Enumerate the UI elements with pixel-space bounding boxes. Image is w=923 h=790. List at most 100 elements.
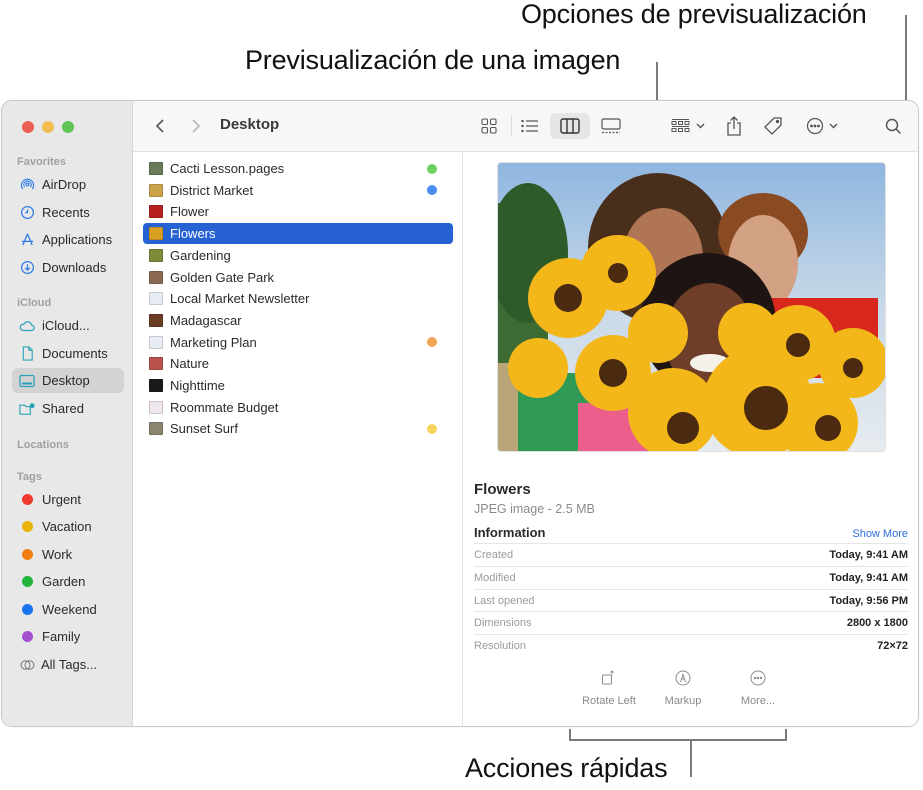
file-row[interactable]: Gardening [143,245,453,266]
info-row-created: Created Today, 9:41 AM [474,543,908,566]
info-value: 2800 x 1800 [846,617,908,629]
sidebar-item-applications[interactable]: Applications [12,227,124,252]
tag-icon [764,117,782,135]
file-name: Flower [170,204,210,220]
file-row[interactable]: Sunset Surf [143,418,453,439]
file-row[interactable]: Golden Gate Park [143,267,453,288]
file-tag-dot [427,337,437,348]
rotate-left-button[interactable]: Rotate Left [574,670,644,707]
gallery-view-button[interactable] [594,113,628,139]
file-thumbnail-icon [149,335,163,349]
rotate-left-icon [602,670,614,685]
file-row[interactable]: Flower [143,201,453,222]
sidebar-item-label: Family [42,629,81,644]
info-value: Today, 9:41 AM [829,549,908,561]
markup-icon [675,670,691,686]
sidebar: Favorites AirDrop Recents Applications D… [2,101,133,726]
sidebar-tag-weekend[interactable]: Weekend [12,597,124,622]
cloud-icon [19,318,35,334]
sidebar-item-shared[interactable]: Shared [12,396,124,421]
file-row[interactable]: Cacti Lesson.pages [143,158,453,179]
sidebar-item-label: Garden [42,574,86,589]
list-view-button[interactable] [515,113,545,139]
file-row[interactable]: Nighttime [143,375,453,396]
back-button[interactable] [150,113,170,139]
markup-button[interactable]: Markup [648,670,718,707]
sidebar-tag-garden[interactable]: Garden [12,569,124,594]
preview-file-name: Flowers [474,481,531,498]
sidebar-item-label: Vacation [42,519,92,534]
tag-color-dot [22,521,33,532]
tag-button[interactable] [761,113,785,139]
chevron-down-icon [829,123,838,129]
sidebar-item-label: Applications [42,232,113,247]
group-button[interactable] [669,113,707,139]
callout-bracket-right [785,729,787,741]
file-name: Sunset Surf [170,421,238,437]
search-button[interactable] [881,113,905,139]
info-key: Modified [474,572,516,584]
more-icon [750,670,766,686]
close-button[interactable] [22,121,34,133]
info-value: Today, 9:56 PM [829,595,908,607]
more-actions-button[interactable] [803,113,841,139]
sidebar-tag-family[interactable]: Family [12,624,124,649]
toolbar-divider [511,116,512,136]
sidebar-item-label: Shared [42,401,84,416]
list-view-icon [521,119,538,133]
tag-color-dot [22,604,33,615]
desktop-icon [19,373,35,389]
file-name: Golden Gate Park [170,269,275,285]
icon-view-button[interactable] [474,113,504,139]
sidebar-all-tags[interactable]: All Tags... [12,652,124,677]
sidebar-tag-vacation[interactable]: Vacation [12,514,124,539]
info-key: Last opened [474,595,535,607]
sidebar-item-label: Downloads [42,260,107,275]
section-icloud: iCloud [17,297,52,309]
show-more-link[interactable]: Show More [852,528,908,540]
sidebar-tag-work[interactable]: Work [12,542,124,567]
column-view-button[interactable] [550,113,590,139]
gallery-view-icon [601,118,621,134]
sidebar-item-airdrop[interactable]: AirDrop [12,172,124,197]
file-row[interactable]: Madagascar [143,310,453,331]
preview-file-kind: JPEG image - 2.5 MB [474,502,595,516]
search-icon [885,118,901,134]
file-thumbnail-icon [149,183,163,197]
sidebar-item-downloads[interactable]: Downloads [12,255,124,280]
clock-icon [19,205,35,221]
info-key: Resolution [474,640,526,652]
chevron-down-icon [696,123,705,129]
share-button[interactable] [723,113,745,139]
tag-color-dot [22,631,33,642]
file-row[interactable]: Marketing Plan [143,332,453,353]
section-locations[interactable]: Locations [17,439,69,451]
sidebar-item-icloud-drive[interactable]: iCloud... [12,313,124,338]
more-quick-actions-button[interactable]: More... [723,670,793,707]
file-thumbnail-icon [149,357,163,371]
sidebar-item-documents[interactable]: Documents [12,341,124,366]
file-name: Nature [170,356,210,372]
file-name: Local Market Newsletter [170,291,310,307]
document-icon [19,346,35,362]
file-row[interactable]: District Market [143,180,453,201]
image-preview[interactable] [497,162,886,452]
file-thumbnail-icon [149,379,163,392]
zoom-button[interactable] [62,121,74,133]
preview-pane: Flowers JPEG image - 2.5 MB Information … [464,152,918,726]
file-row[interactable]: Nature [143,353,453,374]
file-row[interactable]: Roommate Budget [143,397,453,418]
forward-button[interactable] [186,113,206,139]
sidebar-item-desktop[interactable]: Desktop [12,368,124,393]
sidebar-tag-urgent[interactable]: Urgent [12,487,124,512]
sidebar-item-label: Recents [42,205,90,220]
airdrop-icon [19,177,35,193]
info-row-resolution: Resolution 72×72 [474,634,908,657]
folder-title: Desktop [220,116,280,133]
file-row[interactable]: Flowers [143,223,453,245]
info-key: Created [474,549,514,561]
file-row[interactable]: Local Market Newsletter [143,288,453,309]
callout-bracket-bottom [569,739,787,741]
sidebar-item-recents[interactable]: Recents [12,200,124,225]
minimize-button[interactable] [42,121,54,133]
